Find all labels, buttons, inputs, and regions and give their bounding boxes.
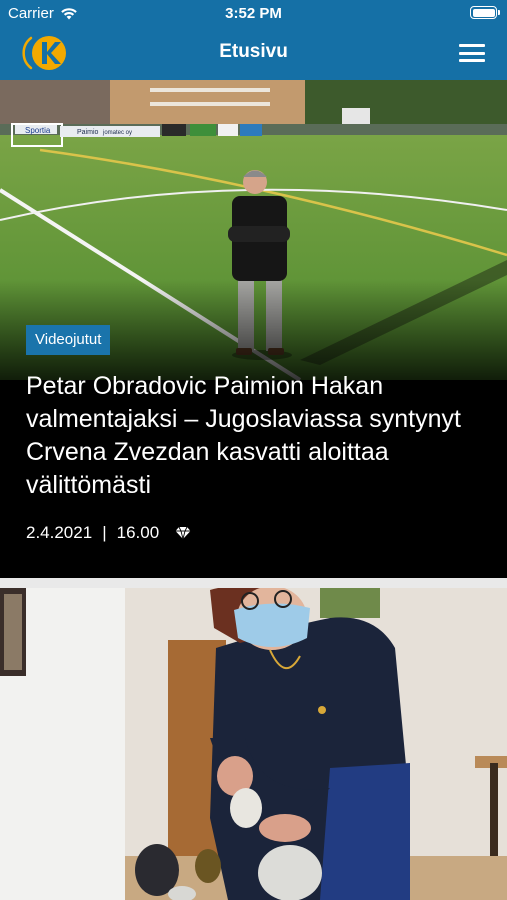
status-time: 3:52 PM [225, 5, 282, 22]
article-card[interactable] [0, 588, 507, 900]
nav-bar: Etusivu [0, 26, 507, 80]
status-bar: Carrier 3:52 PM [0, 0, 507, 26]
category-badge[interactable]: Videojutut [26, 325, 111, 355]
article-time: 16.00 [116, 523, 160, 542]
svg-text:jomatec oy: jomatec oy [102, 130, 132, 136]
article-meta: 2.4.2021 | 16.00 [26, 523, 191, 543]
svg-text:Paimio: Paimio [77, 129, 99, 136]
hamburger-menu-icon[interactable] [459, 42, 485, 64]
diamond-icon [175, 526, 191, 540]
featured-article-card[interactable]: Sportia Paimio jomatec oy Videojutut Pet… [0, 80, 507, 578]
meta-separator: | [102, 523, 107, 542]
article-date: 2.4.2021 [26, 523, 93, 542]
svg-text:Sportia: Sportia [25, 126, 51, 135]
battery-icon [470, 6, 500, 19]
woman-with-face-mask-photo [0, 588, 507, 900]
article-headline[interactable]: Petar Obradovic Paimion Hakan valmentaja… [26, 370, 486, 502]
page-title: Etusivu [219, 41, 288, 62]
